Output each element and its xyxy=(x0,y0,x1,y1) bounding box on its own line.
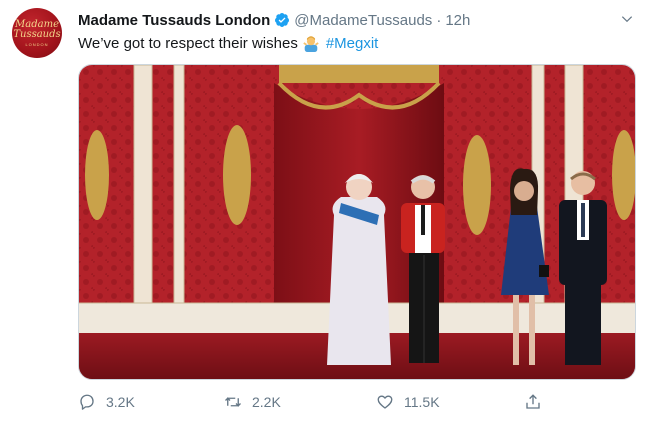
like-count: 11.5K xyxy=(404,394,440,410)
tweet-photo[interactable] xyxy=(78,64,636,380)
reply-icon xyxy=(80,394,94,410)
tweet-header: Madame Tussauds London @MadameTussauds ·… xyxy=(78,10,632,30)
tweet-actions: 3.2K 2.2K 11.5K xyxy=(78,390,558,414)
tweet-text: We’ve got to respect their wishes #Megxi… xyxy=(78,34,378,52)
chevron-down-icon[interactable] xyxy=(620,12,634,26)
reply-button[interactable]: 3.2K xyxy=(78,390,135,414)
author-handle[interactable]: @MadameTussauds xyxy=(294,12,432,29)
wax-figures-photo xyxy=(79,65,635,379)
tweet-timestamp[interactable]: 12h xyxy=(445,12,470,29)
avatar-logo-line3: LONDON xyxy=(25,41,49,47)
retweet-button[interactable]: 2.2K xyxy=(224,390,281,414)
like-button[interactable]: 11.5K xyxy=(376,390,440,414)
heart-icon xyxy=(377,395,393,409)
profile-avatar[interactable]: Madame Tussauds LONDON xyxy=(12,8,62,58)
hashtag-link[interactable]: #Megxit xyxy=(326,35,379,52)
verified-badge-icon xyxy=(274,12,290,28)
meta-separator: · xyxy=(436,11,442,29)
avatar-logo-line1: Madame xyxy=(15,18,59,30)
retweet-count: 2.2K xyxy=(252,394,281,410)
share-button[interactable] xyxy=(524,390,552,414)
person-shrugging-emoji xyxy=(302,34,320,52)
avatar-logo-line2: Tussauds xyxy=(13,28,61,40)
share-icon xyxy=(526,394,540,409)
retweet-icon xyxy=(225,397,241,407)
tweet-body: We’ve got to respect their wishes xyxy=(78,34,298,52)
reply-count: 3.2K xyxy=(106,394,135,410)
author-name[interactable]: Madame Tussauds London xyxy=(78,12,270,29)
